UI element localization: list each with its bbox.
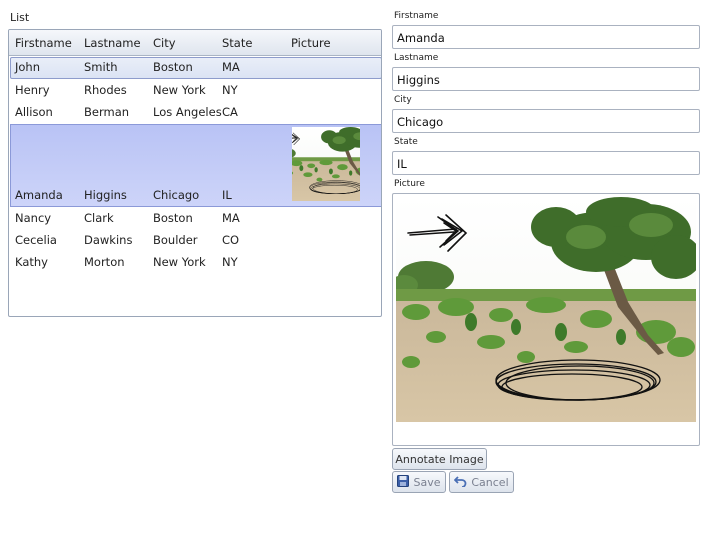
cell-city: Chicago	[153, 188, 200, 202]
city-label: City	[394, 95, 412, 105]
table-row[interactable]: Allison Berman Los Angeles CA	[10, 101, 381, 123]
cell-state: MA	[222, 60, 240, 74]
cell-state: NY	[222, 255, 238, 269]
table-row[interactable]: Henry Rhodes New York NY	[10, 79, 381, 101]
table-row[interactable]: Nancy Clark Boston MA	[10, 207, 381, 229]
cell-city: Boston	[153, 60, 193, 74]
cell-city: New York	[153, 255, 206, 269]
cell-city: Los Angeles	[153, 105, 222, 119]
cell-city: New York	[153, 83, 206, 97]
cell-state: NY	[222, 83, 238, 97]
cell-firstname: Nancy	[15, 211, 52, 225]
cell-firstname: Henry	[15, 83, 50, 97]
cell-firstname: Amanda	[15, 188, 63, 202]
city-field[interactable]: Chicago	[392, 109, 700, 133]
save-button[interactable]: Save	[392, 471, 446, 493]
cell-lastname: Rhodes	[84, 83, 127, 97]
cell-city: Boston	[153, 211, 193, 225]
table-row[interactable]: Cecelia Dawkins Boulder CO	[10, 229, 381, 251]
cell-firstname: Kathy	[15, 255, 48, 269]
cell-state: CO	[222, 233, 240, 247]
cancel-label: Cancel	[471, 475, 509, 489]
lastname-field[interactable]: Higgins	[392, 67, 700, 91]
state-label: State	[394, 137, 418, 147]
cell-lastname: Morton	[84, 255, 125, 269]
list-title: List	[10, 11, 30, 24]
cell-firstname: John	[15, 60, 41, 74]
table-row[interactable]: John Smith Boston MA	[10, 57, 381, 79]
column-header-picture[interactable]: Picture	[291, 36, 331, 50]
state-field[interactable]: IL	[392, 151, 700, 175]
people-list[interactable]: Firstname Lastname City State Picture Jo…	[8, 29, 382, 317]
picture-view[interactable]	[392, 193, 700, 446]
cell-city: Boulder	[153, 233, 198, 247]
column-header-lastname[interactable]: Lastname	[84, 36, 141, 50]
annotate-image-label: Annotate Image	[395, 452, 484, 466]
column-header-city[interactable]: City	[153, 36, 176, 50]
annotated-photo	[396, 197, 696, 422]
cell-lastname: Higgins	[84, 188, 127, 202]
cell-state: IL	[222, 188, 232, 202]
cell-lastname: Clark	[84, 211, 114, 225]
floppy-disk-icon	[397, 474, 410, 490]
cell-lastname: Dawkins	[84, 233, 133, 247]
cell-lastname: Berman	[84, 105, 130, 119]
firstname-field[interactable]: Amanda	[392, 25, 700, 49]
save-label: Save	[413, 475, 441, 489]
firstname-label: Firstname	[394, 11, 439, 21]
undo-arrow-icon	[454, 475, 467, 490]
cell-lastname: Smith	[84, 60, 118, 74]
cell-state: MA	[222, 211, 240, 225]
column-header-firstname[interactable]: Firstname	[15, 36, 72, 50]
annotate-image-button[interactable]: Annotate Image	[392, 448, 487, 470]
cell-picture-thumbnail	[292, 127, 360, 201]
column-header-state[interactable]: State	[222, 36, 252, 50]
table-row[interactable]: Kathy Morton New York NY	[10, 251, 381, 273]
cell-firstname: Allison	[15, 105, 53, 119]
cell-state: CA	[222, 105, 238, 119]
cancel-button[interactable]: Cancel	[449, 471, 514, 493]
cell-firstname: Cecelia	[15, 233, 57, 247]
table-row-selected[interactable]: Amanda Higgins Chicago IL	[10, 124, 381, 207]
lastname-label: Lastname	[394, 53, 439, 63]
list-header: Firstname Lastname City State Picture	[9, 30, 381, 56]
picture-label: Picture	[394, 179, 425, 189]
